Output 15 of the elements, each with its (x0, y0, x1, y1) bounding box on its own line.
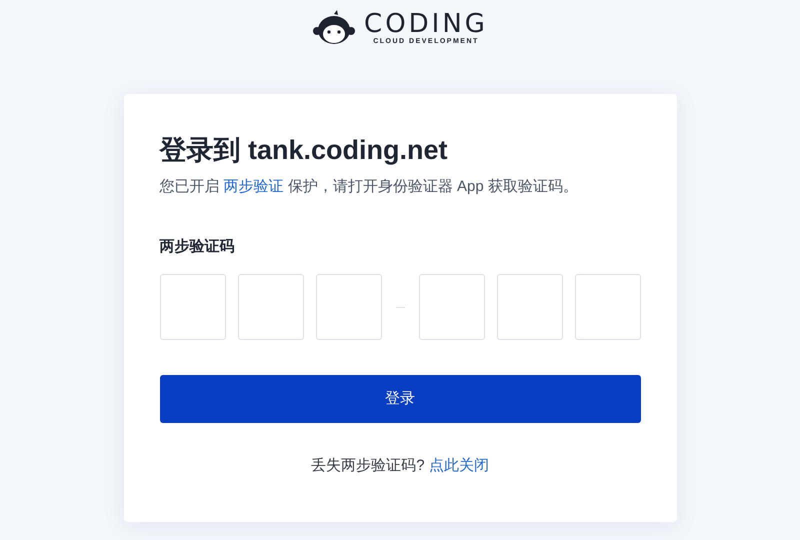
field-label: 两步验证码 (160, 237, 236, 257)
code-digit-field[interactable] (316, 274, 382, 340)
logo-wordmark: CODING (364, 10, 488, 36)
instruction-text: 您已开启 两步验证 保护，请打开身份验证器 App 获取验证码。 (160, 177, 579, 197)
code-digit-field[interactable] (496, 274, 562, 340)
code-digit-field[interactable] (160, 274, 226, 340)
code-digit-field[interactable] (418, 274, 484, 340)
lost-code-text: 丢失两步验证码? 点此关闭 (311, 456, 489, 476)
close-link[interactable]: 点此关闭 (428, 457, 489, 474)
monkey-logo-icon (312, 10, 356, 46)
code-digit-field[interactable] (238, 274, 304, 340)
login-button[interactable]: 登录 (160, 375, 640, 423)
card-title: 登录到 tank.coding.net (160, 134, 449, 167)
code-digit-field[interactable] (574, 274, 640, 340)
two-step-link[interactable]: 两步验证 (224, 178, 284, 195)
